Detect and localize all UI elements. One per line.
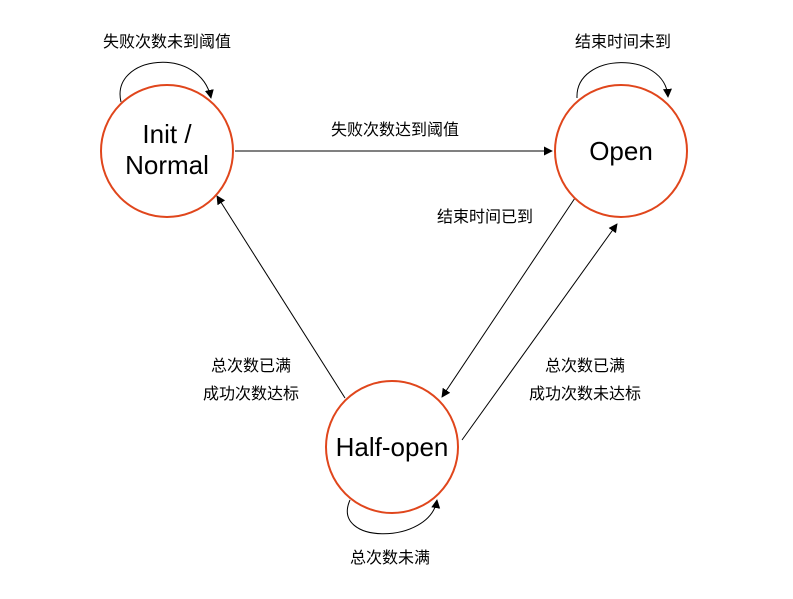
half-open-self-loop-label: 总次数未满 bbox=[350, 548, 430, 567]
open-self-loop-label: 结束时间未到 bbox=[575, 32, 671, 51]
half-open-to-init-label-line2: 成功次数达标 bbox=[203, 384, 299, 403]
init-self-loop-label: 失败次数未到阈值 bbox=[103, 32, 231, 51]
state-diagram: Init / Normal Open Half-open 失败次数未到阈值 失败… bbox=[100, 32, 688, 567]
state-init-label-line1: Init / bbox=[142, 119, 192, 149]
open-to-half-open-label: 结束时间已到 bbox=[437, 207, 533, 226]
half-open-to-open-label-line2: 成功次数未达标 bbox=[529, 384, 641, 403]
state-init-label-line2: Normal bbox=[125, 150, 209, 180]
half-open-to-init-label-line1: 总次数已满 bbox=[211, 356, 291, 375]
state-half-open-label: Half-open bbox=[336, 432, 449, 462]
state-open-label: Open bbox=[589, 136, 653, 166]
init-to-open-label: 失败次数达到阈值 bbox=[331, 120, 459, 139]
half-open-to-open-label-line1: 总次数已满 bbox=[545, 356, 625, 375]
